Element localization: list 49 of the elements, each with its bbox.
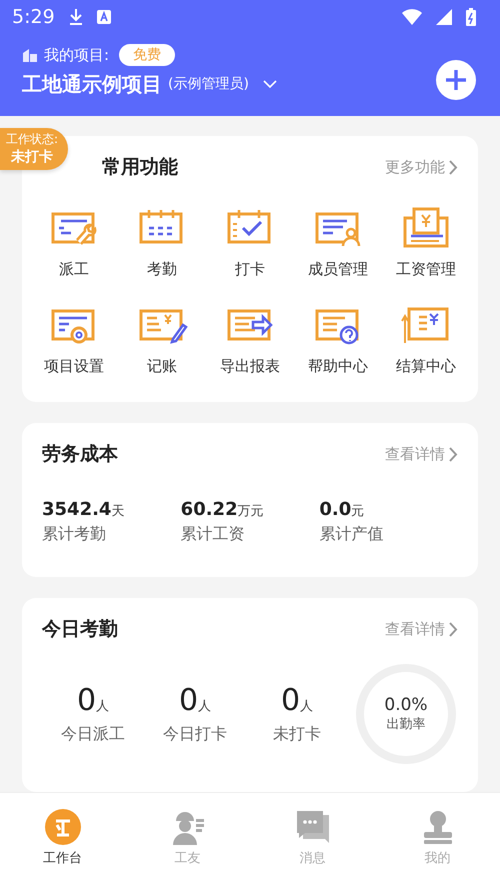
add-button[interactable] [436,60,476,100]
section-title: 劳务成本 [42,442,118,468]
stat-label: 累计产值 [319,524,384,546]
function-button[interactable]: 派工 [30,206,118,280]
status-time: 5:29 [12,6,55,28]
signal-icon [436,9,452,25]
function-button[interactable]: 成员管理 [294,206,382,280]
project-name[interactable]: 工地通示例项目 [22,70,162,98]
download-icon [68,9,83,25]
stat-value: 0.0元 [319,499,366,520]
stat-label: 今日派工 [61,724,125,746]
stat-label: 今日打卡 [163,724,227,746]
work-status-value: 未打卡 [11,148,54,166]
stat-value: 0人 [280,683,314,718]
chevron-down-icon[interactable] [262,80,277,88]
chevron-right-icon [449,160,458,175]
function-button[interactable]: 打卡 [206,206,294,280]
battery-icon [466,8,476,26]
attendance-rate-label: 出勤率 [386,716,426,734]
project-label: 我的项目: [44,46,110,64]
stat-label: 未打卡 [273,724,321,746]
attendance-rate-value: 0.0% [384,695,428,716]
section-title: 今日考勤 [42,617,118,642]
chevron-right-icon [449,446,458,462]
function-button[interactable]: 考勤 [118,206,206,280]
function-button[interactable]: 帮助中心 [294,303,382,376]
project-role: (示例管理员) [168,75,249,93]
function-button[interactable]: 记账 [118,303,206,376]
stat-value: 0人 [178,683,212,718]
wifi-icon [402,9,422,25]
tab[interactable]: 工作台 [0,793,125,888]
function-button[interactable]: 项目设置 [30,303,118,376]
function-button[interactable]: 结算中心 [382,303,470,376]
stat-label: 累计工资 [180,524,246,546]
function-button[interactable]: 导出报表 [206,303,294,376]
work-status-label: 工作状态: [6,131,58,148]
chevron-right-icon [449,622,458,637]
building-icon [22,48,38,62]
plus-icon [445,69,467,91]
section-title: 常用功能 [102,155,178,180]
chat-icon [294,809,330,846]
stat-value: 60.22万元 [180,499,265,520]
function-button[interactable]: 工资管理 [382,206,470,280]
stat-label: 累计考勤 [42,524,107,546]
plan-badge: 免费 [119,44,176,66]
stat-value: 3542.4天 [42,499,126,520]
workbench-icon [44,809,80,846]
stat-value: 0人 [76,683,110,718]
app-notification-icon [96,10,111,24]
